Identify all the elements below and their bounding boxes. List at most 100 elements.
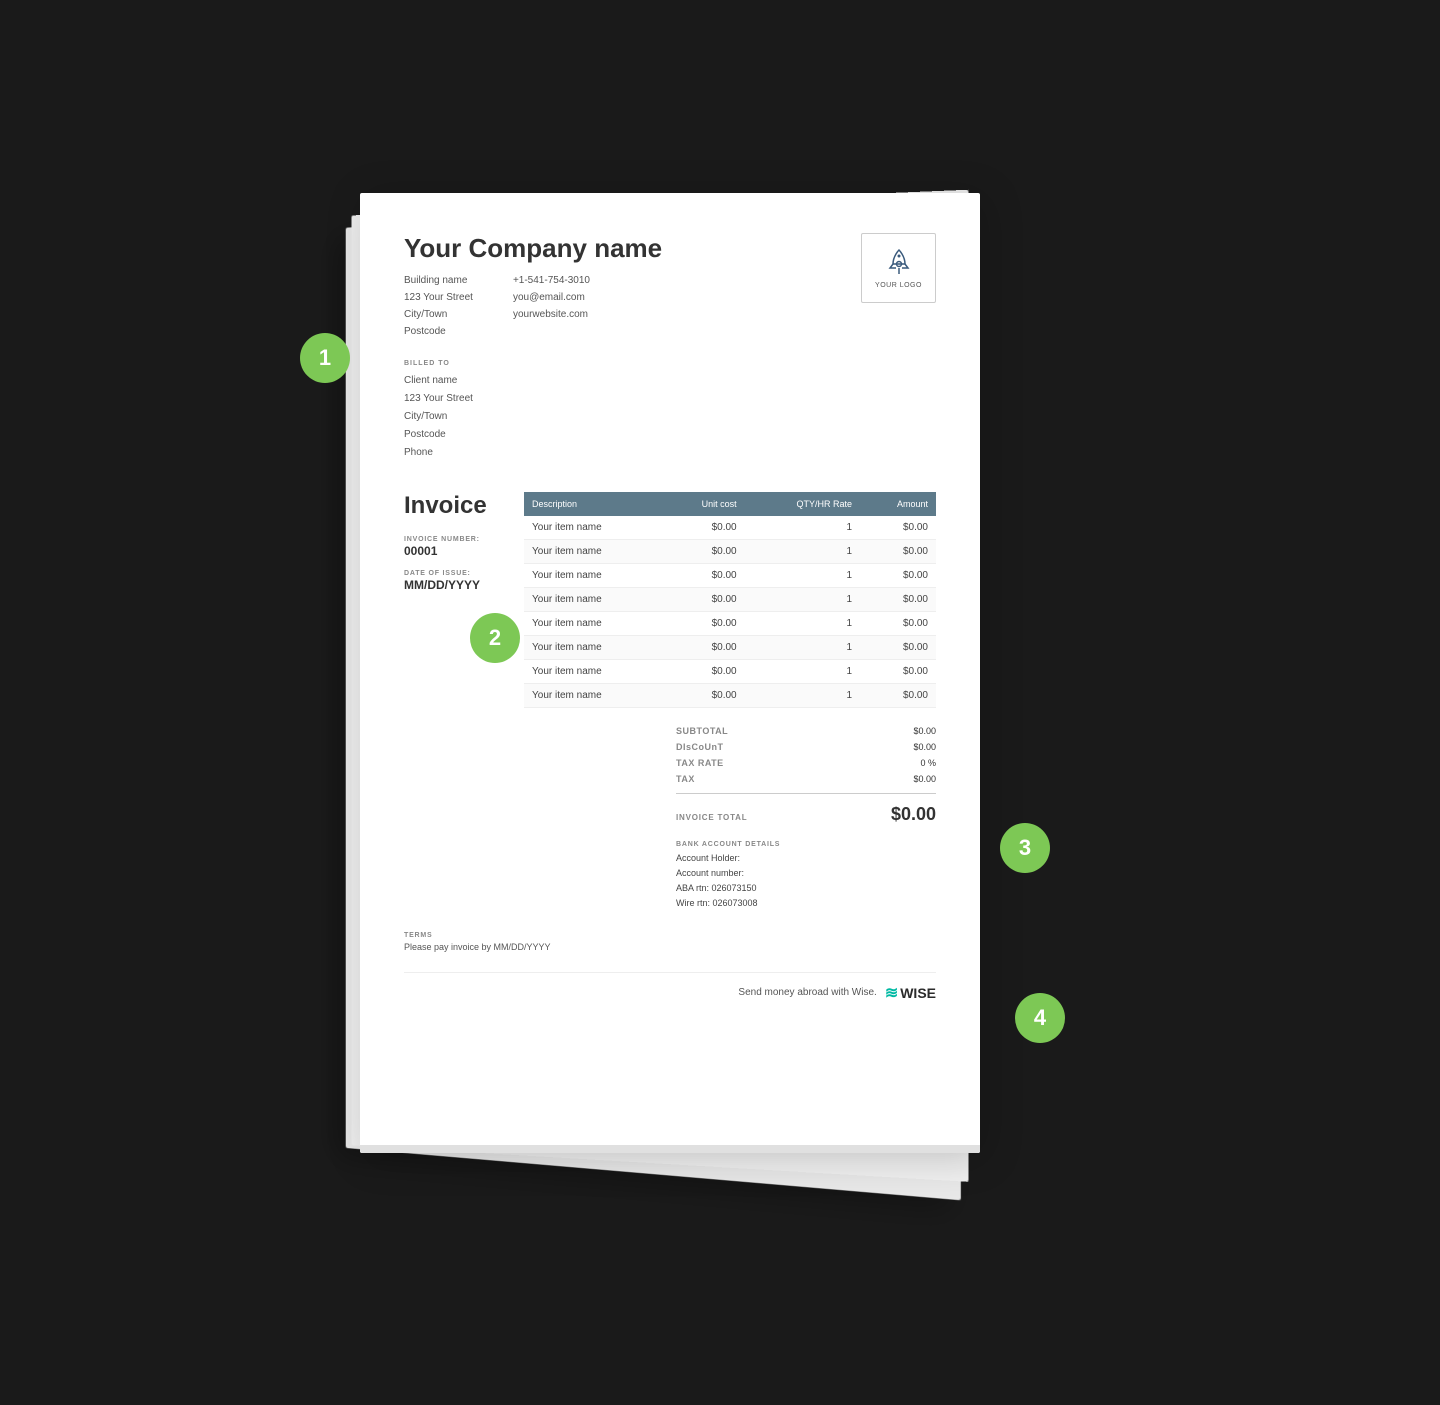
company-header: Your Company name Building name 123 Your… [404,233,936,340]
cell-qty: 1 [745,587,860,611]
line-items-table: Description Unit cost QTY/HR Rate Amount… [524,492,936,708]
invoice-total-row: INVOICE TOTAL $0.00 [676,800,936,829]
invoice-date-value: MM/DD/YYYY [404,578,504,592]
tax-label: TAX [676,774,695,784]
footer-text: Send money abroad with Wise. [738,987,876,998]
terms-section: TERMS Please pay invoice by MM/DD/YYYY [404,932,936,952]
col-unit-cost: Unit cost [662,492,744,516]
table-header-row: Description Unit cost QTY/HR Rate Amount [524,492,936,516]
terms-label: TERMS [404,932,936,939]
cell-qty: 1 [745,635,860,659]
table-row: Your item name $0.00 1 $0.00 [524,635,936,659]
bank-label: BANK ACCOUNT DETAILS [676,841,936,848]
badge-1: 1 [300,333,350,383]
cell-amount: $0.00 [860,539,936,563]
discount-label: DIsCoUnT [676,742,724,752]
cell-description: Your item name [524,659,662,683]
subtotal-label: SUBTOTAL [676,726,728,736]
bank-info: Account Holder: Account number: ABA rtn:… [676,851,936,912]
totals-section: SUBTOTAL $0.00 DIsCoUnT $0.00 TAX RATE 0… [404,723,936,912]
bottom-strip [360,1145,980,1153]
col-description: Description [524,492,662,516]
invoice-total-value: $0.00 [891,804,936,825]
table-row: Your item name $0.00 1 $0.00 [524,516,936,540]
cell-qty: 1 [745,563,860,587]
cell-amount: $0.00 [860,563,936,587]
table-row: Your item name $0.00 1 $0.00 [524,683,936,707]
cell-qty: 1 [745,539,860,563]
wise-icon: ≋ [885,983,898,1003]
cell-amount: $0.00 [860,635,936,659]
cell-unit-cost: $0.00 [662,635,744,659]
billed-to-info: Client name 123 Your Street City/Town Po… [404,372,936,462]
cell-unit-cost: $0.00 [662,683,744,707]
cell-unit-cost: $0.00 [662,611,744,635]
invoice-table: Description Unit cost QTY/HR Rate Amount… [524,492,936,708]
table-row: Your item name $0.00 1 $0.00 [524,539,936,563]
invoice-meta: Invoice INVOICE NUMBER: 00001 DATE OF IS… [404,492,504,708]
table-row: Your item name $0.00 1 $0.00 [524,563,936,587]
table-row: Your item name $0.00 1 $0.00 [524,659,936,683]
table-row: Your item name $0.00 1 $0.00 [524,587,936,611]
rocket-icon [883,246,915,278]
invoice-number-label: INVOICE NUMBER: [404,536,504,543]
cell-unit-cost: $0.00 [662,563,744,587]
cell-amount: $0.00 [860,659,936,683]
col-amount: Amount [860,492,936,516]
cell-unit-cost: $0.00 [662,587,744,611]
col-qty: QTY/HR Rate [745,492,860,516]
cell-amount: $0.00 [860,611,936,635]
cell-amount: $0.00 [860,516,936,540]
tax-rate-row: TAX RATE 0 % [676,755,936,771]
invoice-title: Invoice [404,492,504,520]
cell-description: Your item name [524,683,662,707]
invoice-number-value: 00001 [404,544,504,558]
bank-details-section: BANK ACCOUNT DETAILS Account Holder: Acc… [676,841,936,912]
wise-logo: ≋ WISE [885,983,936,1003]
cell-description: Your item name [524,611,662,635]
subtotal-row: SUBTOTAL $0.00 [676,723,936,739]
cell-description: Your item name [524,563,662,587]
billed-to-label: BILLED TO [404,360,936,367]
cell-description: Your item name [524,587,662,611]
badge-3: 3 [1000,823,1050,873]
badge-2: 2 [470,613,520,663]
cell-qty: 1 [745,516,860,540]
cell-description: Your item name [524,539,662,563]
tax-row: TAX $0.00 [676,771,936,787]
cell-unit-cost: $0.00 [662,659,744,683]
cell-amount: $0.00 [860,587,936,611]
discount-value: $0.00 [913,742,936,752]
cell-description: Your item name [524,516,662,540]
cell-qty: 1 [745,659,860,683]
table-row: Your item name $0.00 1 $0.00 [524,611,936,635]
cell-amount: $0.00 [860,683,936,707]
wise-brand: WISE [900,985,936,1001]
subtotal-value: $0.00 [913,726,936,736]
invoice-footer: Send money abroad with Wise. ≋ WISE [404,972,936,1003]
invoice-total-label: INVOICE TOTAL [676,813,747,822]
totals-divider [676,793,936,794]
cell-qty: 1 [745,683,860,707]
badge-4: 4 [1015,993,1065,1043]
invoice-date-label: DATE OF ISSUE: [404,570,504,577]
cell-description: Your item name [524,635,662,659]
billed-to-section: BILLED TO Client name 123 Your Street Ci… [404,360,936,462]
invoice-body: Invoice INVOICE NUMBER: 00001 DATE OF IS… [404,492,936,708]
company-contact: +1-541-754-3010 you@email.com yourwebsit… [513,272,590,340]
discount-row: DIsCoUnT $0.00 [676,739,936,755]
company-name: Your Company name [404,233,662,264]
tax-rate-value: 0 % [920,758,936,768]
logo-box: YOUR LOGO [861,233,936,303]
invoice-scene: Your Company name Building name 123 Your… [270,153,1170,1253]
cell-unit-cost: $0.00 [662,539,744,563]
terms-value: Please pay invoice by MM/DD/YYYY [404,942,936,952]
totals-table: SUBTOTAL $0.00 DIsCoUnT $0.00 TAX RATE 0… [676,723,936,912]
tax-value: $0.00 [913,774,936,784]
cell-unit-cost: $0.00 [662,516,744,540]
logo-text: YOUR LOGO [875,282,922,289]
cell-qty: 1 [745,611,860,635]
company-address: Building name 123 Your Street City/Town … [404,272,473,340]
invoice-page: Your Company name Building name 123 Your… [360,193,980,1153]
tax-rate-label: TAX RATE [676,758,724,768]
